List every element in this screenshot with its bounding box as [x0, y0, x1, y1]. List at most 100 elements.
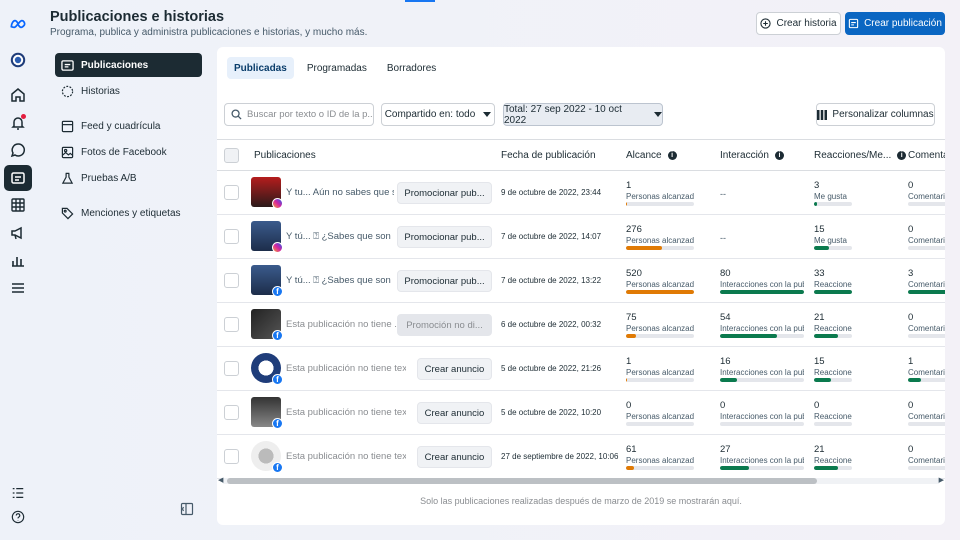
nav-pruebas-ab[interactable]: Pruebas A/B: [55, 166, 202, 190]
home-icon[interactable]: [4, 82, 32, 108]
nav-feed[interactable]: Feed y cuadrícula: [55, 114, 202, 138]
col-publicaciones[interactable]: Publicaciones: [254, 140, 316, 171]
table-row[interactable]: f Esta publicación no tiene texto Crear an…: [217, 347, 945, 391]
create-story-button[interactable]: Crear historia: [756, 12, 841, 35]
row-checkbox[interactable]: [224, 449, 239, 464]
comments-bar: [908, 334, 945, 338]
create-ad-button[interactable]: Crear anuncio: [417, 446, 492, 468]
meta-logo-icon[interactable]: [4, 11, 32, 37]
scrollbar-thumb[interactable]: [227, 478, 817, 484]
nav-historias[interactable]: Historias: [55, 79, 202, 103]
create-ad-button[interactable]: Crear anuncio: [417, 358, 492, 380]
notifications-icon[interactable]: [4, 110, 32, 136]
table-row[interactable]: Y tu... Aún no sabes que s... Promocionar…: [217, 171, 945, 215]
chevron-down-icon: [654, 112, 662, 117]
row-checkbox[interactable]: [224, 361, 239, 376]
reach-bar: [626, 246, 694, 250]
notification-dot: [20, 113, 26, 119]
row-checkbox[interactable]: [224, 185, 239, 200]
post-text[interactable]: Esta publicación no tiene texto: [286, 363, 406, 374]
page-avatar-icon[interactable]: [4, 47, 32, 73]
nav-menciones[interactable]: Menciones y etiquetas: [55, 201, 202, 225]
nav-publicaciones[interactable]: Publicaciones: [55, 53, 202, 77]
collapse-sidebar-icon[interactable]: [180, 502, 194, 516]
reach-metric: 61Personas alcanzadas: [626, 444, 694, 470]
post-text[interactable]: Esta publicación no tiene texto: [286, 451, 406, 462]
shared-in-dropdown[interactable]: Compartido en: todo: [381, 103, 495, 126]
post-text[interactable]: Y tu... Aún no sabes que s...: [286, 187, 394, 198]
publish-date: 5 de octubre de 2022, 21:26: [501, 364, 602, 373]
table-row[interactable]: f Esta publicación no tiene texto Crear an…: [217, 435, 945, 479]
interaction-bar: [720, 334, 804, 338]
create-ad-button[interactable]: Crear anuncio: [417, 402, 492, 424]
table-header: Publicaciones Fecha de publicación Alcan…: [217, 139, 945, 171]
page-header: Publicaciones e historias Programa, publ…: [50, 9, 367, 38]
interaction-metric: 0 Interacciones con la publi: [720, 400, 804, 426]
col-reacciones[interactable]: Reacciones/Me... i: [814, 140, 907, 171]
customize-columns-button[interactable]: Personalizar columnas: [816, 103, 935, 126]
inbox-icon[interactable]: [4, 137, 32, 163]
table-row[interactable]: fY tú... ⍰ ¿Sabes que son l... Promociona…: [217, 259, 945, 303]
post-text[interactable]: Y tú... ⍰ ¿Sabes que son l...: [286, 231, 394, 242]
search-icon: [231, 109, 242, 120]
promote-post-button[interactable]: Promocionar pub...: [397, 270, 492, 292]
info-icon[interactable]: i: [897, 151, 907, 160]
comments-metric: 3Comentario: [908, 268, 945, 294]
top-progress-line: [405, 0, 435, 2]
publish-date: 7 de octubre de 2022, 13:22: [501, 276, 602, 285]
tab-publicadas[interactable]: Publicadas: [227, 57, 294, 79]
search-input[interactable]: Buscar por texto o ID de la p...: [224, 103, 374, 126]
comments-bar: [908, 202, 945, 206]
help-icon[interactable]: [11, 510, 25, 524]
comments-bar: [908, 422, 945, 426]
tabs: Publicadas Programadas Borradores: [227, 57, 443, 79]
table-row[interactable]: f Esta publicación no tiene texto Crear an…: [217, 391, 945, 435]
menu-icon[interactable]: [4, 275, 32, 301]
row-checkbox[interactable]: [224, 273, 239, 288]
col-interaccion[interactable]: Interacción i: [720, 140, 784, 171]
reactions-bar: [814, 202, 852, 206]
all-tools-icon[interactable]: [11, 486, 25, 500]
row-checkbox[interactable]: [224, 317, 239, 332]
info-icon[interactable]: i: [774, 151, 784, 160]
table-row[interactable]: f Esta publicación no tiene ... Promoción …: [217, 303, 945, 347]
table-row[interactable]: Y tú... ⍰ ¿Sabes que son l... Promocionar…: [217, 215, 945, 259]
date-range-dropdown[interactable]: Total: 27 sep 2022 - 10 oct 2022: [503, 103, 663, 126]
promote-post-button[interactable]: Promocionar pub...: [397, 226, 492, 248]
post-text[interactable]: Esta publicación no tiene ...: [286, 319, 406, 330]
reach-metric: 75Personas alcanzadas: [626, 312, 694, 338]
create-post-button[interactable]: Crear publicación: [845, 12, 945, 35]
horizontal-scrollbar[interactable]: ◀ ▶: [217, 476, 945, 485]
comments-bar: [908, 290, 945, 294]
publish-date: 5 de octubre de 2022, 10:20: [501, 408, 602, 417]
post-text[interactable]: Y tú... ⍰ ¿Sabes que son l...: [286, 275, 394, 286]
col-comentarios[interactable]: Comentar: [908, 140, 945, 171]
facebook-icon: f: [272, 374, 283, 385]
row-checkbox[interactable]: [224, 405, 239, 420]
scroll-left-arrow-icon[interactable]: ◀: [218, 476, 223, 484]
insights-chart-icon[interactable]: [4, 247, 32, 273]
tab-borradores[interactable]: Borradores: [380, 57, 443, 79]
select-all-checkbox[interactable]: [224, 148, 239, 163]
row-checkbox[interactable]: [224, 229, 239, 244]
ads-megaphone-icon[interactable]: [4, 220, 32, 246]
tab-programadas[interactable]: Programadas: [300, 57, 374, 79]
page-title: Publicaciones e historias: [50, 9, 225, 25]
post-text[interactable]: Esta publicación no tiene texto: [286, 407, 406, 418]
posts-rail-icon[interactable]: [3, 164, 32, 191]
reach-metric: 276Personas alcanzadas: [626, 224, 694, 250]
promote-post-button[interactable]: Promoción no di...: [397, 314, 492, 336]
comments-bar: [908, 246, 945, 250]
facebook-icon: f: [272, 418, 283, 429]
nav-fotos[interactable]: Fotos de Facebook: [55, 140, 202, 164]
interaction-metric: 16 Interacciones con la publi: [720, 356, 804, 382]
calendar-grid-icon[interactable]: [4, 192, 32, 218]
col-alcance[interactable]: Alcance i: [626, 140, 677, 171]
col-fecha[interactable]: Fecha de publicación: [501, 140, 596, 171]
promote-post-button[interactable]: Promocionar pub...: [397, 182, 492, 204]
publish-date: 27 de septiembre de 2022, 10:06: [501, 452, 619, 461]
interaction-metric: --: [720, 233, 726, 243]
scroll-right-arrow-icon[interactable]: ▶: [939, 476, 944, 484]
interaction-bar: [720, 290, 804, 294]
info-icon[interactable]: i: [667, 151, 677, 160]
